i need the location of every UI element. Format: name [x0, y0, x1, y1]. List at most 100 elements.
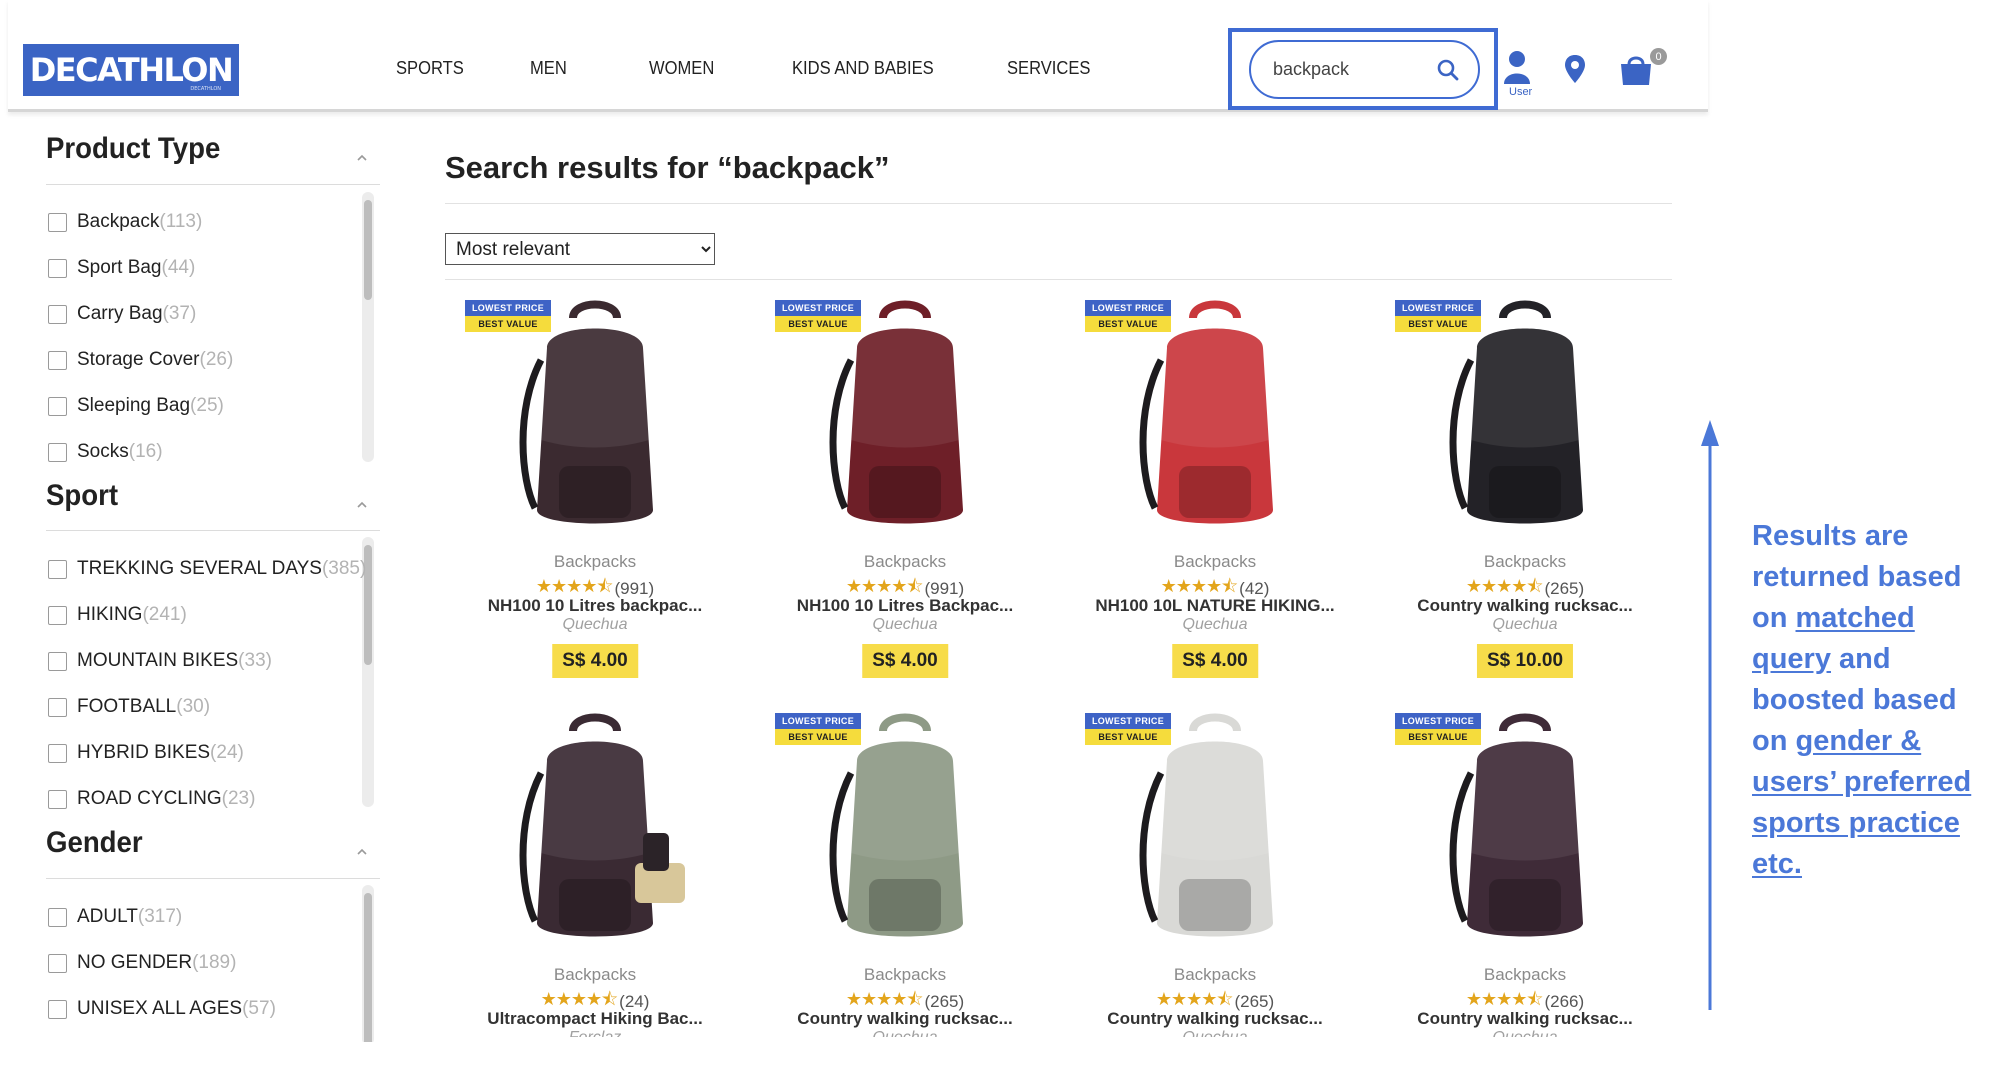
facet-scrollbar[interactable] — [362, 192, 374, 462]
facet-option-count: (25) — [190, 395, 224, 416]
product-name[interactable]: Country walking rucksac... — [1085, 1009, 1345, 1029]
badge-line-2: BEST VALUE — [1085, 729, 1171, 745]
facet-option-count: (23) — [221, 788, 256, 809]
search-bar[interactable] — [1249, 40, 1480, 99]
checkbox[interactable] — [48, 907, 67, 927]
facet-option-label: HIKING — [77, 604, 143, 625]
facet-option[interactable]: Sport Bag (44) — [48, 256, 195, 280]
checkbox[interactable] — [48, 350, 67, 370]
facet-scrollbar[interactable] — [362, 885, 374, 1042]
logo-text: DECATHLON — [29, 51, 234, 89]
product-card[interactable]: LOWEST PRICE BEST VALUE Backpacks ★★★★⯪ (99… — [465, 300, 725, 700]
lowest-price-badge: LOWEST PRICE BEST VALUE — [1395, 713, 1481, 745]
product-name[interactable]: NH100 10L NATURE HIKING... — [1085, 596, 1345, 616]
search-icon[interactable] — [1436, 58, 1460, 82]
product-brand: Quechua — [562, 616, 628, 633]
user-label: User — [1509, 86, 1533, 98]
checkbox[interactable] — [48, 212, 67, 232]
product-name[interactable]: Country walking rucksac... — [1395, 596, 1655, 616]
product-category: Backpacks — [863, 552, 947, 571]
facet-option[interactable]: Carry Bag (37) — [48, 302, 196, 326]
facet-option-count: (26) — [199, 349, 234, 370]
sort-select[interactable]: Most relevant — [445, 233, 715, 265]
checkbox[interactable] — [48, 559, 67, 579]
badge-line-2: BEST VALUE — [775, 316, 861, 332]
facet-option[interactable]: Socks (16) — [48, 440, 163, 464]
product-name[interactable]: NH100 10 Litres Backpac... — [775, 596, 1035, 616]
badge-line-2: BEST VALUE — [1085, 316, 1171, 332]
user-icon[interactable] — [1502, 50, 1532, 84]
facet-option[interactable]: ROAD CYCLING (23) — [48, 787, 255, 811]
facet-option-count: (37) — [162, 303, 197, 324]
scrollbar-thumb[interactable] — [364, 200, 372, 300]
product-card[interactable]: LOWEST PRICE BEST VALUE Backpacks ★★★★⯪ (26… — [1395, 713, 1655, 1068]
checkbox[interactable] — [48, 743, 67, 763]
checkbox[interactable] — [48, 999, 67, 1019]
product-card[interactable]: Backpacks ★★★★⯪ (24) Ultracompact Hiking Ba… — [465, 713, 725, 1068]
product-image[interactable] — [1415, 713, 1635, 953]
facet-option[interactable]: TREKKING SEVERAL DAYS (385) — [48, 557, 366, 581]
product-price: S$ 4.00 — [1172, 644, 1258, 678]
nav-men[interactable]: MEN — [530, 58, 567, 79]
checkbox[interactable] — [48, 442, 67, 462]
product-image[interactable] — [485, 300, 705, 540]
search-input[interactable] — [1273, 59, 1423, 80]
product-card[interactable]: LOWEST PRICE BEST VALUE Backpacks ★★★★⯪ (26… — [775, 713, 1035, 1068]
facet-option[interactable]: HIKING (241) — [48, 603, 187, 627]
product-image[interactable] — [1105, 300, 1325, 540]
product-card[interactable]: LOWEST PRICE BEST VALUE Backpacks ★★★★⯪ (26… — [1395, 300, 1655, 700]
facet-option[interactable]: ADULT (317) — [48, 905, 182, 929]
chevron-up-icon[interactable] — [356, 499, 368, 511]
facet-option-label: Sleeping Bag — [77, 395, 191, 416]
checkbox[interactable] — [48, 396, 67, 416]
product-image[interactable] — [485, 713, 705, 953]
facet-option[interactable]: Storage Cover (26) — [48, 348, 233, 372]
product-image[interactable] — [1105, 713, 1325, 953]
chevron-up-icon[interactable] — [356, 846, 368, 858]
facet-option-label: Sport Bag — [77, 257, 162, 278]
facet-option[interactable]: NO GENDER (189) — [48, 951, 236, 975]
cart-icon[interactable] — [1618, 52, 1654, 86]
product-card[interactable]: LOWEST PRICE BEST VALUE Backpacks ★★★★⯪ (42… — [1085, 300, 1345, 700]
facet-divider — [46, 530, 380, 531]
nav-sports[interactable]: SPORTS — [396, 58, 464, 79]
product-card[interactable]: LOWEST PRICE BEST VALUE Backpacks ★★★★⯪ (26… — [1085, 713, 1345, 1068]
annotation-text: Results are returned based on matched qu… — [1752, 516, 1997, 885]
product-name[interactable]: NH100 10 Litres backpac... — [465, 596, 725, 616]
facet-title: Sport — [46, 479, 119, 512]
nav-women[interactable]: WOMEN — [649, 58, 714, 79]
facet-option[interactable]: Backpack (113) — [48, 210, 202, 234]
decathlon-logo[interactable]: DECATHLON DECATHLON — [23, 44, 239, 96]
checkbox[interactable] — [48, 697, 67, 717]
badge-line-2: BEST VALUE — [1395, 729, 1481, 745]
facet-option[interactable]: FOOTBALL (30) — [48, 695, 210, 719]
checkbox[interactable] — [48, 605, 67, 625]
product-brand: Quechua — [775, 1029, 1035, 1037]
checkbox[interactable] — [48, 651, 67, 671]
product-image[interactable] — [1415, 300, 1635, 540]
nav-services[interactable]: SERVICES — [1007, 58, 1090, 79]
product-price: S$ 4.00 — [552, 644, 638, 678]
cart-count-badge: 0 — [1650, 48, 1667, 65]
facet-title: Product Type — [46, 132, 221, 165]
facet-option[interactable]: UNISEX ALL AGES (57) — [48, 997, 276, 1021]
facet-option[interactable]: Sleeping Bag (25) — [48, 394, 224, 418]
facet-option-label: UNISEX ALL AGES — [77, 998, 243, 1019]
checkbox[interactable] — [48, 789, 67, 809]
checkbox[interactable] — [48, 953, 67, 973]
facet-option[interactable]: HYBRID BIKES (24) — [48, 741, 244, 765]
nav-kids-and-babies[interactable]: KIDS AND BABIES — [792, 58, 934, 79]
chevron-up-icon[interactable] — [356, 152, 368, 164]
product-name[interactable]: Country walking rucksac... — [775, 1009, 1035, 1029]
scrollbar-thumb[interactable] — [364, 893, 372, 1042]
product-name[interactable]: Ultracompact Hiking Bac... — [465, 1009, 725, 1029]
product-image[interactable] — [795, 713, 1015, 953]
facet-option-label: Carry Bag — [77, 303, 163, 324]
checkbox[interactable] — [48, 258, 67, 278]
product-name[interactable]: Country walking rucksac... — [1395, 1009, 1655, 1029]
product-image[interactable] — [795, 300, 1015, 540]
checkbox[interactable] — [48, 304, 67, 324]
facet-option[interactable]: MOUNTAIN BIKES (33) — [48, 649, 272, 673]
store-locator-icon[interactable] — [1564, 54, 1586, 84]
product-card[interactable]: LOWEST PRICE BEST VALUE Backpacks ★★★★⯪ (99… — [775, 300, 1035, 700]
